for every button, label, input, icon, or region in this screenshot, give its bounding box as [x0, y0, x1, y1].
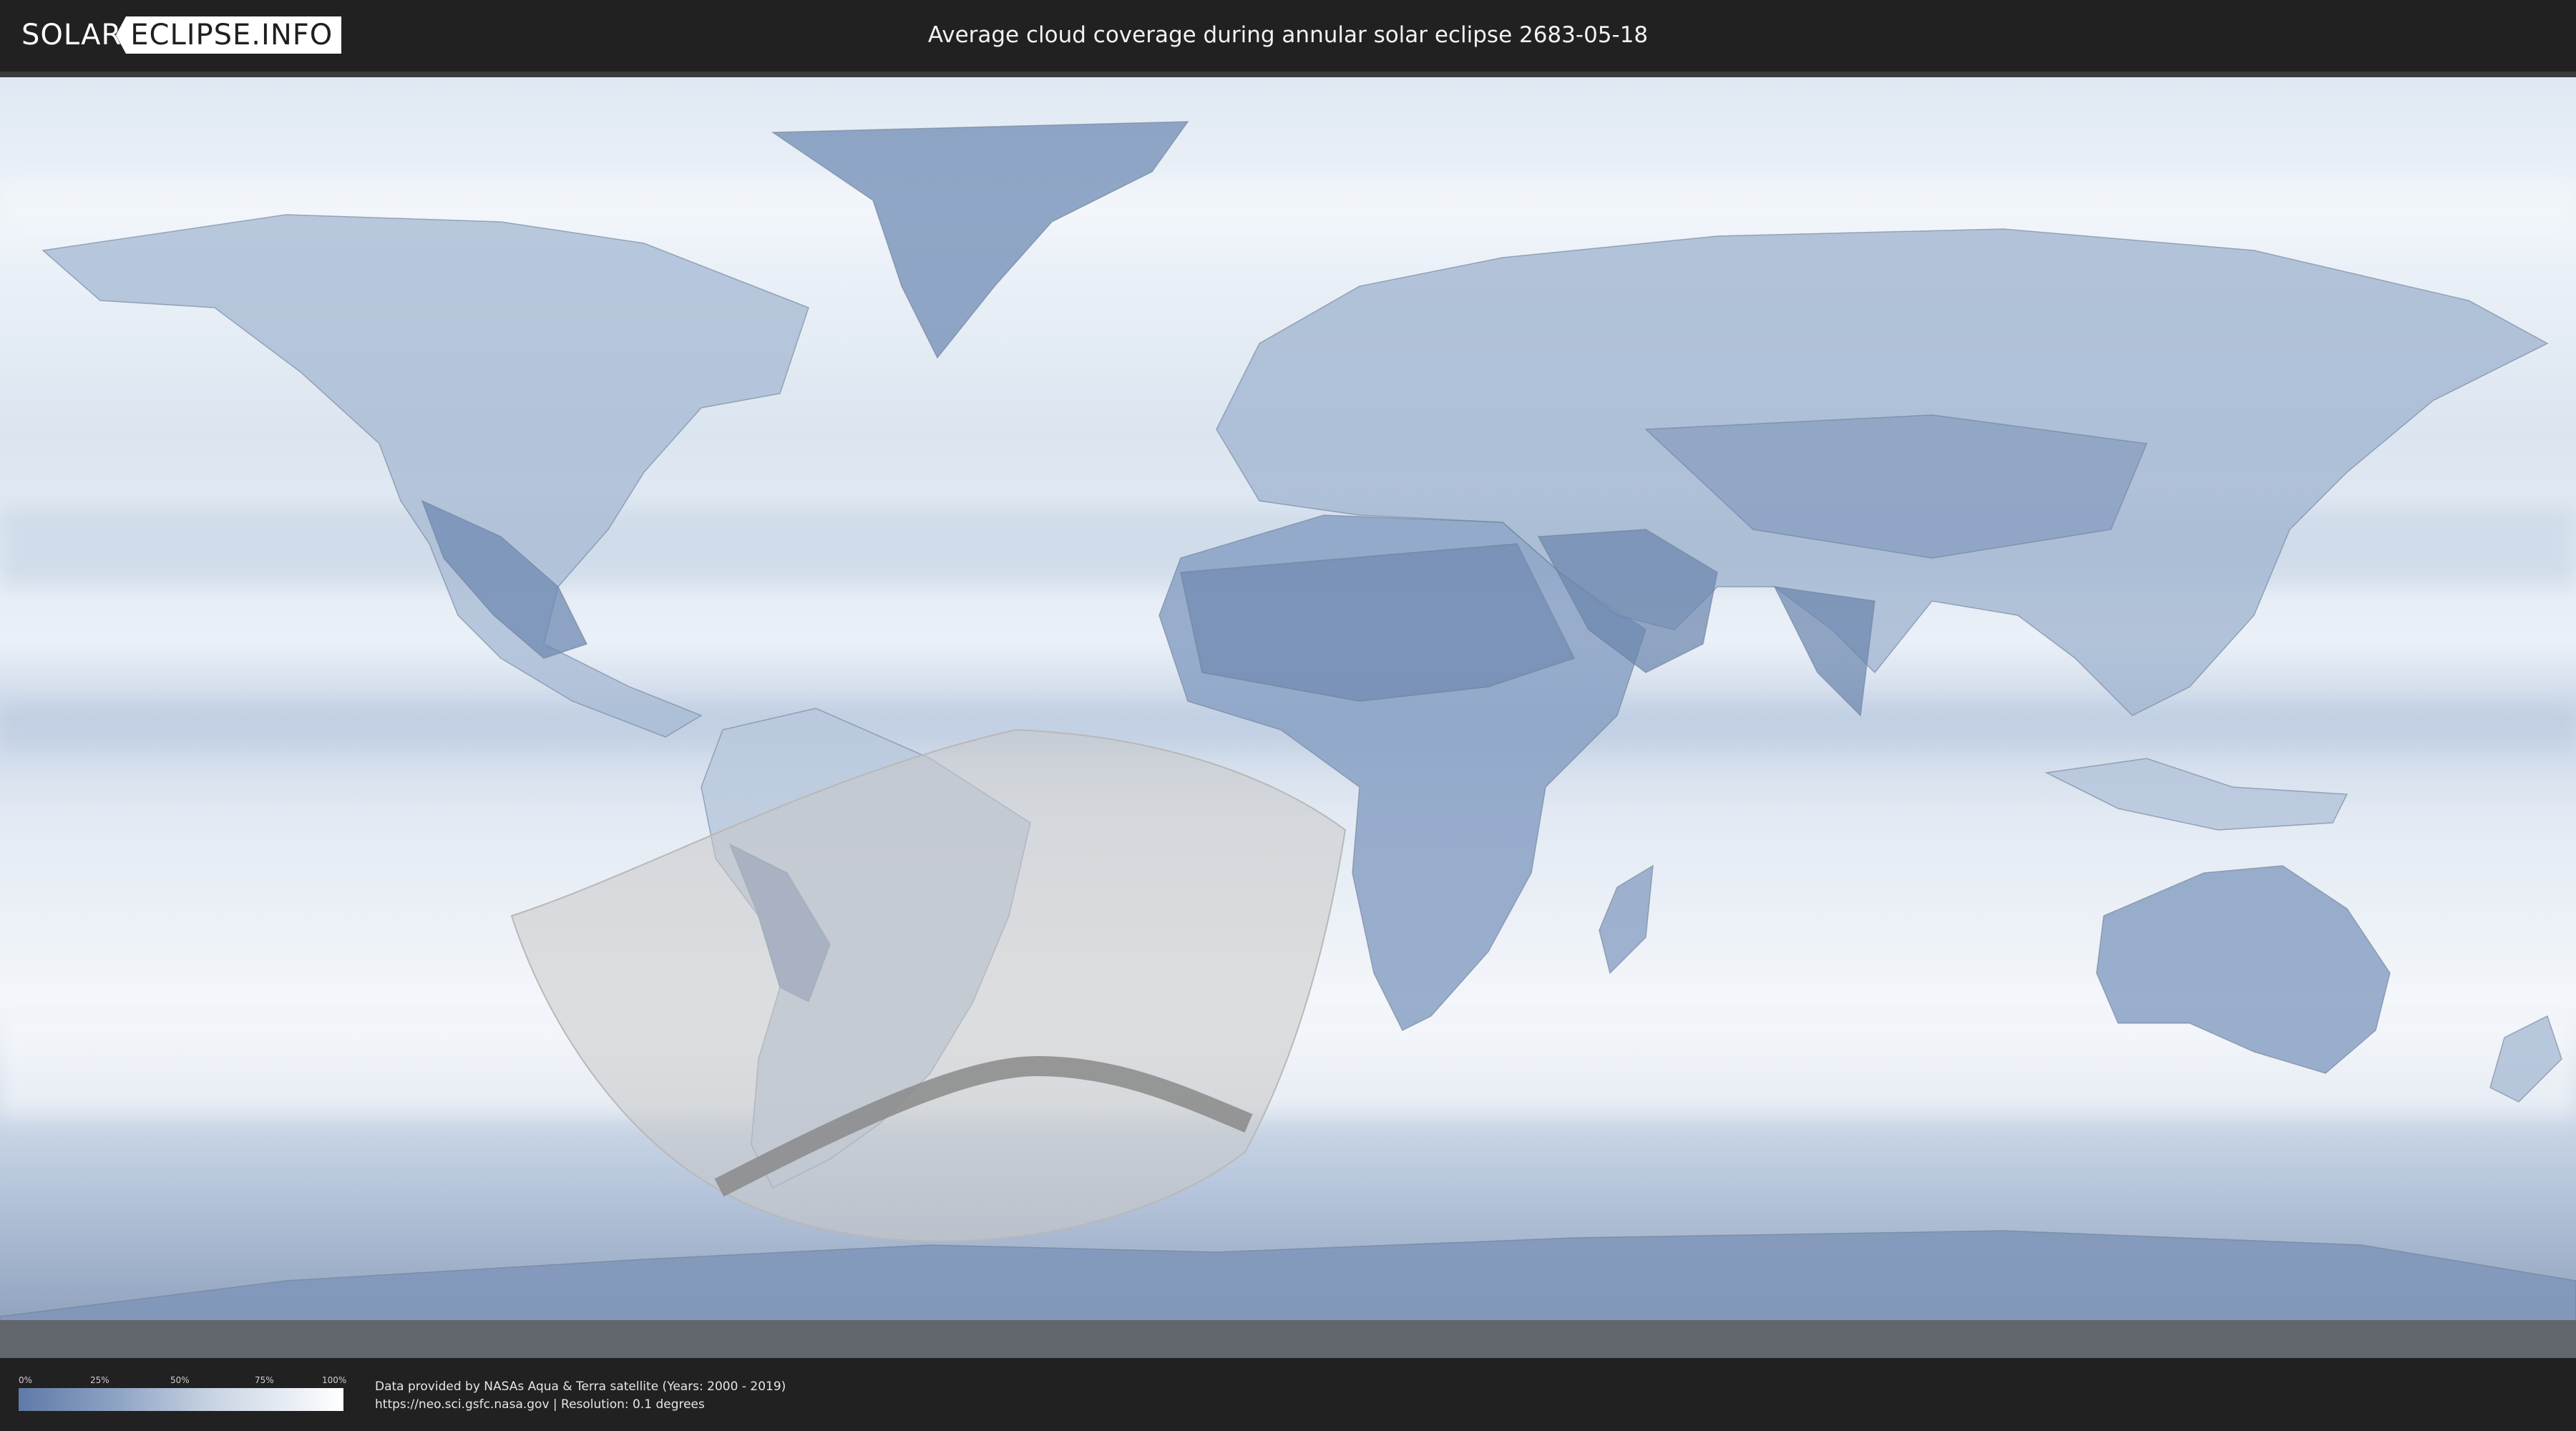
legend-tick-75: 75% [255, 1375, 274, 1385]
cloud-coverage-legend: 0% 25% 50% 75% 100% [19, 1372, 347, 1411]
legend-tick-0: 0% [19, 1375, 33, 1385]
map-bottom-edge [0, 1320, 2576, 1358]
legend-tick-25: 25% [90, 1375, 109, 1385]
header-bar: SOLAR ECLIPSE.INFO Average cloud coverag… [0, 0, 2576, 72]
legend-tick-labels: 0% 25% 50% 75% 100% [19, 1372, 347, 1388]
legend-tick-50: 50% [170, 1375, 190, 1385]
footer-bar: 0% 25% 50% 75% 100% Data provided by NAS… [0, 1358, 2576, 1431]
world-map-svg [0, 77, 2576, 1358]
credit-line-source: Data provided by NASAs Aqua & Terra sate… [375, 1379, 786, 1394]
landmass-sahara [1180, 543, 1576, 702]
data-credits: Data provided by NASAs Aqua & Terra sate… [375, 1378, 786, 1414]
legend-gradient-bar [19, 1388, 343, 1411]
page-title: Average cloud coverage during annular so… [927, 22, 1649, 48]
cloud-coverage-map [0, 72, 2576, 1358]
credit-line-url: https://neo.sci.gsfc.nasa.gov | Resoluti… [375, 1397, 705, 1412]
legend-tick-100: 100% [322, 1375, 347, 1385]
